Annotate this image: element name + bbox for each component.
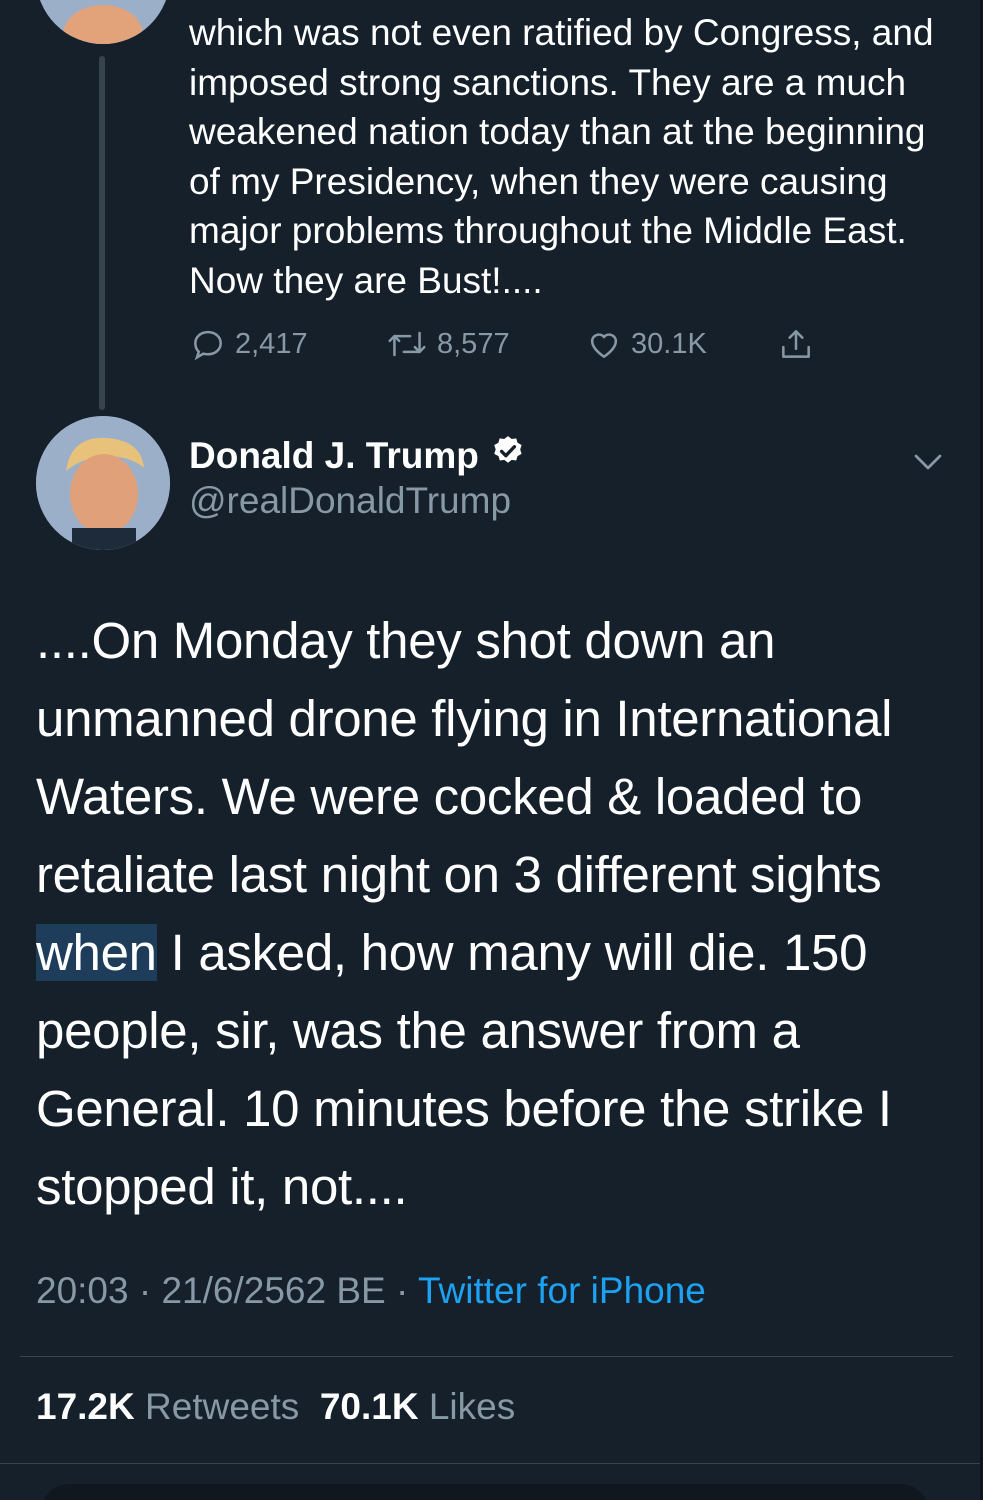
tweet-date[interactable]: 21/6/2562 BE — [161, 1270, 385, 1311]
chevron-down-icon[interactable] — [910, 448, 946, 481]
reply-icon — [189, 325, 227, 363]
share-icon — [777, 325, 815, 363]
tweet-text-part-1: ....On Monday they shot down an unmanned… — [36, 612, 893, 903]
divider — [20, 1356, 953, 1357]
thread-connector-line — [99, 56, 105, 410]
display-name-text: Donald J. Trump — [189, 434, 479, 476]
retweet-icon — [385, 325, 429, 363]
likes-stat[interactable]: 70.1K Likes — [320, 1386, 515, 1427]
tweet-text: ....On Monday they shot down an unmanned… — [36, 602, 956, 1226]
tweet-stats: 17.2K Retweets 70.1K Likes — [36, 1386, 515, 1428]
tweet-text-part-2: I asked, how many will die. 150 people, … — [36, 924, 892, 1215]
retweets-label: Retweets — [145, 1386, 300, 1427]
retweets-count: 17.2K — [36, 1386, 135, 1427]
likes-label: Likes — [428, 1386, 516, 1427]
meta-separator: · — [138, 1270, 152, 1311]
like-button[interactable]: 30.1K — [585, 322, 707, 366]
tweet-time[interactable]: 20:03 — [36, 1270, 129, 1311]
retweets-stat[interactable]: 17.2K Retweets — [36, 1386, 299, 1427]
reply-count: 2,417 — [235, 327, 308, 360]
retweet-count: 8,577 — [437, 327, 510, 360]
retweet-button[interactable]: 8,577 — [385, 322, 510, 366]
selected-word[interactable]: when — [36, 924, 157, 981]
author-handle[interactable]: @realDonaldTrump — [189, 480, 511, 522]
tweet-source-link[interactable]: Twitter for iPhone — [418, 1270, 706, 1311]
tweet-meta: 20:03 · 21/6/2562 BE · Twitter for iPhon… — [36, 1270, 706, 1312]
tweet-thread-page: which was not even ratified by Congress,… — [0, 0, 983, 1500]
reply-button[interactable]: 2,417 — [189, 322, 308, 366]
previous-tweet-avatar[interactable] — [36, 0, 170, 44]
likes-count: 70.1K — [319, 1386, 419, 1427]
author-avatar[interactable] — [36, 416, 170, 550]
previous-tweet-actions: 2,417 8,577 30.1K — [189, 322, 889, 366]
meta-separator-2: · — [396, 1270, 409, 1311]
divider-bottom — [0, 1463, 983, 1464]
previous-tweet-text: which was not even ratified by Congress,… — [189, 12, 934, 301]
like-count: 30.1K — [631, 327, 707, 360]
like-icon — [585, 325, 623, 363]
bottom-bar — [40, 1484, 930, 1500]
author-display-name[interactable]: Donald J. Trump — [189, 434, 525, 477]
share-button[interactable] — [777, 322, 815, 366]
verified-badge-icon — [491, 434, 525, 477]
